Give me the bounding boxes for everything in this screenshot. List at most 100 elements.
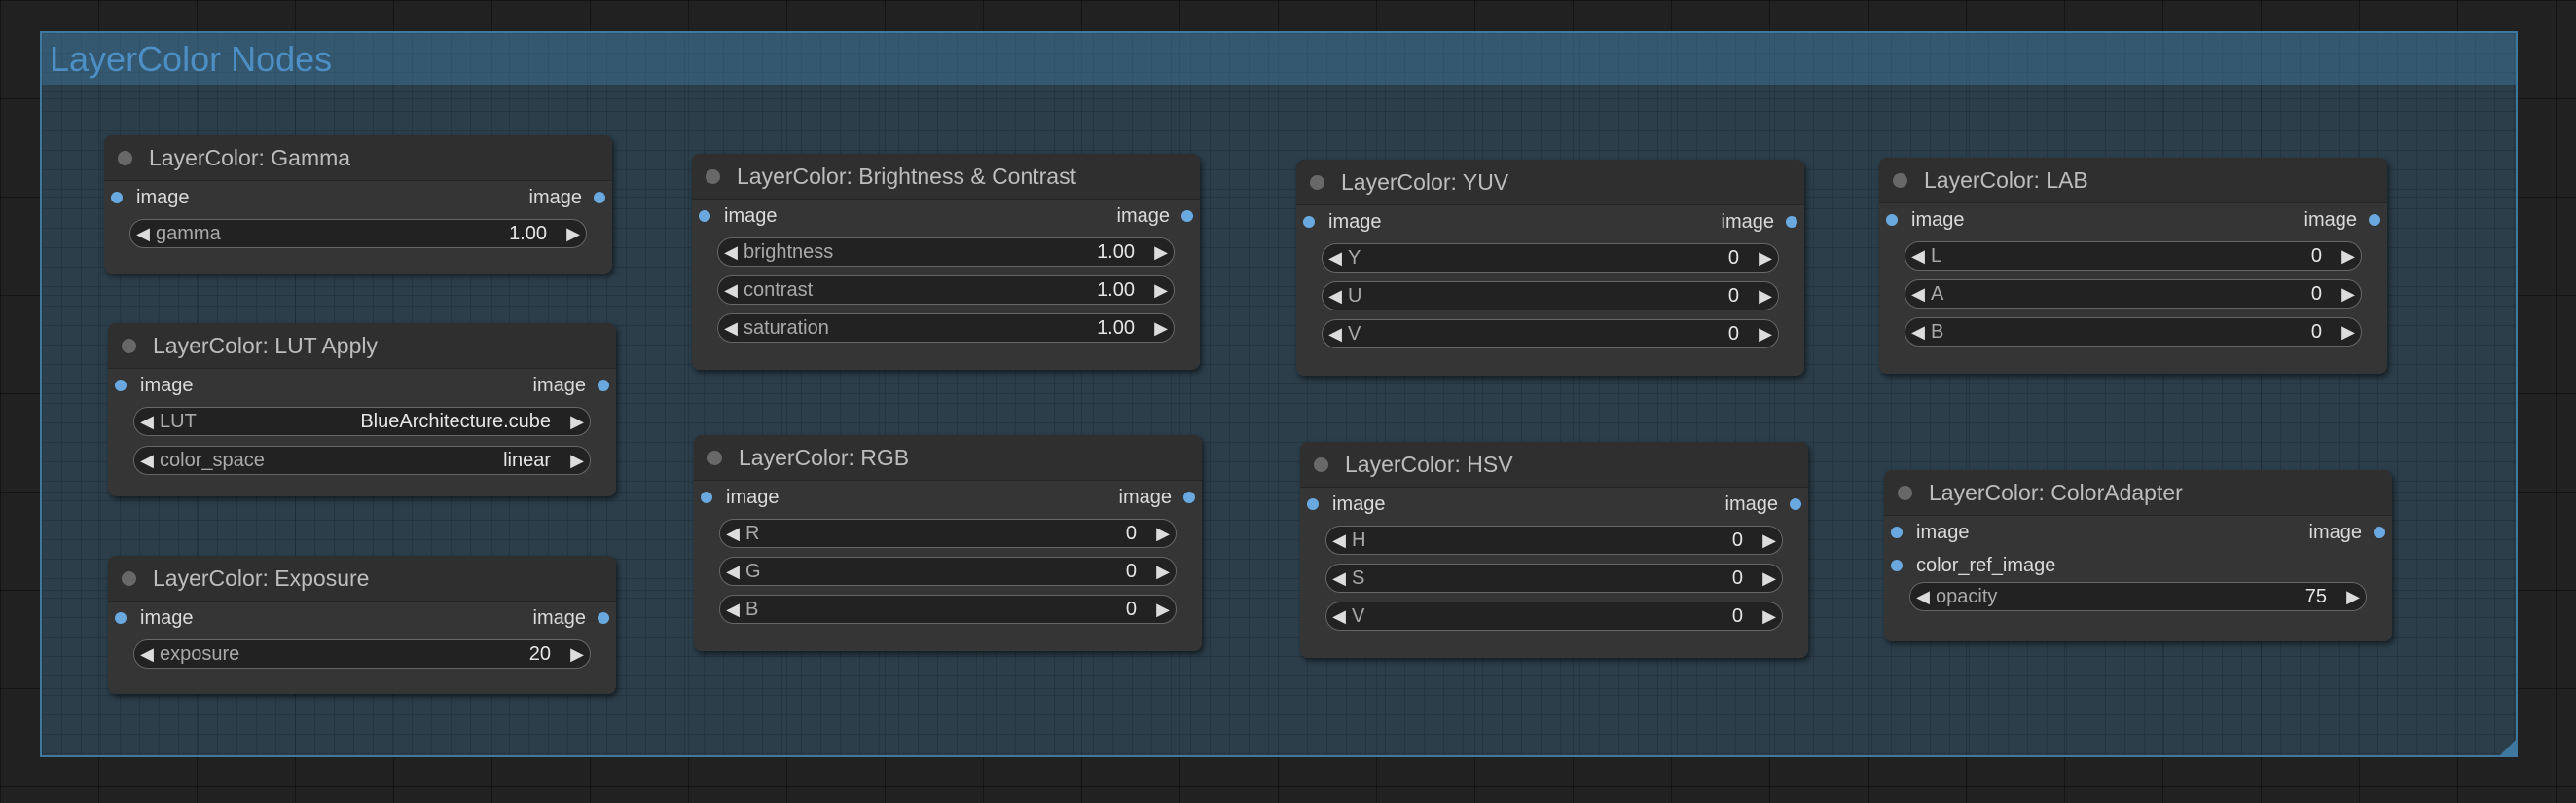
node-title-bar[interactable]: LayerColor: RGB [694, 435, 1202, 481]
widget-r[interactable]: ◀ R 0 ▶ [719, 519, 1177, 548]
output-slot-icon[interactable] [2374, 527, 2385, 538]
left-triangle-icon[interactable]: ◀ [720, 562, 745, 582]
right-triangle-icon[interactable]: ▶ [1150, 562, 1176, 582]
widget-brightness[interactable]: ◀ brightness 1.00 ▶ [717, 237, 1175, 267]
right-triangle-icon[interactable]: ▶ [561, 224, 586, 244]
widget-b[interactable]: ◀ B 0 ▶ [1905, 317, 2362, 347]
right-triangle-icon[interactable]: ▶ [1148, 318, 1174, 339]
widget-contrast[interactable]: ◀ contrast 1.00 ▶ [717, 275, 1175, 305]
collapse-dot-icon[interactable] [118, 150, 132, 165]
left-triangle-icon[interactable]: ◀ [1323, 248, 1348, 269]
collapse-dot-icon[interactable] [707, 450, 722, 465]
widget-u[interactable]: ◀ U 0 ▶ [1322, 281, 1779, 310]
widget-value[interactable]: 0 [1943, 283, 2336, 306]
node-rgb[interactable]: LayerColor: RGB image image ◀ R 0 ▶ ◀ G … [694, 435, 1202, 651]
widget-h[interactable]: ◀ H 0 ▶ [1325, 526, 1783, 555]
output-slot-icon[interactable] [598, 380, 609, 391]
input-slot-icon[interactable] [1886, 214, 1898, 226]
left-triangle-icon[interactable]: ◀ [134, 451, 160, 471]
widget-value[interactable]: 1.00 [221, 223, 561, 245]
left-triangle-icon[interactable]: ◀ [720, 600, 745, 620]
left-triangle-icon[interactable]: ◀ [718, 280, 744, 301]
right-triangle-icon[interactable]: ▶ [1148, 242, 1174, 263]
right-triangle-icon[interactable]: ▶ [2336, 284, 2361, 305]
widget-gamma[interactable]: ◀ gamma 1.00 ▶ [129, 219, 587, 248]
widget-value[interactable]: 0 [1941, 245, 2336, 268]
collapse-dot-icon[interactable] [1898, 485, 1912, 500]
widget-l[interactable]: ◀ L 0 ▶ [1905, 241, 2362, 271]
node-title-bar[interactable]: LayerColor: YUV [1296, 160, 1804, 205]
left-triangle-icon[interactable]: ◀ [1905, 322, 1931, 343]
input-slot-icon[interactable] [115, 380, 127, 391]
right-triangle-icon[interactable]: ▶ [1148, 280, 1174, 301]
output-slot-icon[interactable] [598, 612, 609, 624]
widget-opacity[interactable]: ◀ opacity 75 ▶ [1909, 582, 2367, 611]
left-triangle-icon[interactable]: ◀ [718, 318, 744, 339]
widget-value[interactable]: 0 [758, 599, 1150, 621]
widget-g[interactable]: ◀ G 0 ▶ [719, 557, 1177, 586]
left-triangle-icon[interactable]: ◀ [130, 224, 156, 244]
output-slot-icon[interactable] [1181, 210, 1193, 222]
collapse-dot-icon[interactable] [122, 338, 136, 353]
left-triangle-icon[interactable]: ◀ [134, 412, 160, 432]
node-exposure[interactable]: LayerColor: Exposure image image ◀ expos… [108, 556, 616, 694]
right-triangle-icon[interactable]: ▶ [1757, 606, 1782, 627]
left-triangle-icon[interactable]: ◀ [1910, 587, 1936, 607]
widget-s[interactable]: ◀ S 0 ▶ [1325, 564, 1783, 593]
right-triangle-icon[interactable]: ▶ [564, 451, 590, 471]
node-title-bar[interactable]: LayerColor: LUT Apply [108, 323, 616, 369]
input-slot-icon[interactable] [701, 492, 712, 503]
node-title-bar[interactable]: LayerColor: Exposure [108, 556, 616, 602]
widget-value[interactable]: 0 [1364, 567, 1757, 590]
collapse-dot-icon[interactable] [706, 168, 720, 184]
widget-a[interactable]: ◀ A 0 ▶ [1905, 279, 2362, 309]
output-slot-icon[interactable] [1183, 492, 1195, 503]
left-triangle-icon[interactable]: ◀ [718, 242, 744, 263]
node-group[interactable]: LayerColor Nodes LayerColor: Gamma image… [40, 31, 2518, 757]
right-triangle-icon[interactable]: ▶ [1753, 324, 1778, 345]
collapse-dot-icon[interactable] [1314, 456, 1328, 472]
left-triangle-icon[interactable]: ◀ [1905, 246, 1931, 267]
node-lut-apply[interactable]: LayerColor: LUT Apply image image ◀ LUT … [108, 323, 616, 496]
widget-value[interactable]: 1.00 [833, 241, 1148, 264]
collapse-dot-icon[interactable] [122, 570, 136, 586]
widget-value[interactable]: 0 [759, 523, 1150, 545]
input-slot-icon[interactable] [1891, 560, 1903, 571]
output-slot-icon[interactable] [2369, 214, 2380, 226]
input-slot-icon[interactable] [1303, 216, 1315, 228]
output-slot-icon[interactable] [1790, 498, 1801, 510]
left-triangle-icon[interactable]: ◀ [720, 524, 745, 544]
left-triangle-icon[interactable]: ◀ [134, 644, 160, 665]
widget-value[interactable]: BlueArchitecture.cube [197, 411, 564, 433]
input-slot-icon[interactable] [699, 210, 710, 222]
right-triangle-icon[interactable]: ▶ [564, 644, 590, 665]
widget-value[interactable]: 0 [1943, 321, 2336, 344]
group-resize-handle[interactable] [2500, 740, 2516, 755]
widget-value[interactable]: 0 [1365, 529, 1757, 552]
node-gamma[interactable]: LayerColor: Gamma image image ◀ gamma 1.… [104, 135, 612, 274]
right-triangle-icon[interactable]: ▶ [1753, 286, 1778, 307]
widget-value[interactable]: 0 [1361, 323, 1753, 346]
right-triangle-icon[interactable]: ▶ [2340, 587, 2366, 607]
node-title-bar[interactable]: LayerColor: Brightness & Contrast [692, 154, 1200, 200]
right-triangle-icon[interactable]: ▶ [2336, 322, 2361, 343]
widget-saturation[interactable]: ◀ saturation 1.00 ▶ [717, 313, 1175, 343]
input-slot-icon[interactable] [1307, 498, 1319, 510]
widget-v[interactable]: ◀ V 0 ▶ [1322, 319, 1779, 348]
node-yuv[interactable]: LayerColor: YUV image image ◀ Y 0 ▶ ◀ U … [1296, 160, 1804, 376]
right-triangle-icon[interactable]: ▶ [1150, 524, 1176, 544]
widget-color-space[interactable]: ◀ color_space linear ▶ [133, 446, 591, 475]
left-triangle-icon[interactable]: ◀ [1326, 530, 1352, 551]
right-triangle-icon[interactable]: ▶ [2336, 246, 2361, 267]
group-title[interactable]: LayerColor Nodes [42, 33, 2516, 85]
widget-lut[interactable]: ◀ LUT BlueArchitecture.cube ▶ [133, 407, 591, 436]
input-slot-icon[interactable] [115, 612, 127, 624]
widget-b[interactable]: ◀ B 0 ▶ [719, 595, 1177, 624]
right-triangle-icon[interactable]: ▶ [1757, 530, 1782, 551]
widget-value[interactable]: 0 [1361, 247, 1753, 270]
node-title-bar[interactable]: LayerColor: ColorAdapter [1884, 470, 2392, 516]
input-slot-icon[interactable] [111, 192, 123, 203]
widget-value[interactable]: 75 [1997, 586, 2340, 608]
right-triangle-icon[interactable]: ▶ [564, 412, 590, 432]
widget-value[interactable]: linear [265, 450, 564, 472]
